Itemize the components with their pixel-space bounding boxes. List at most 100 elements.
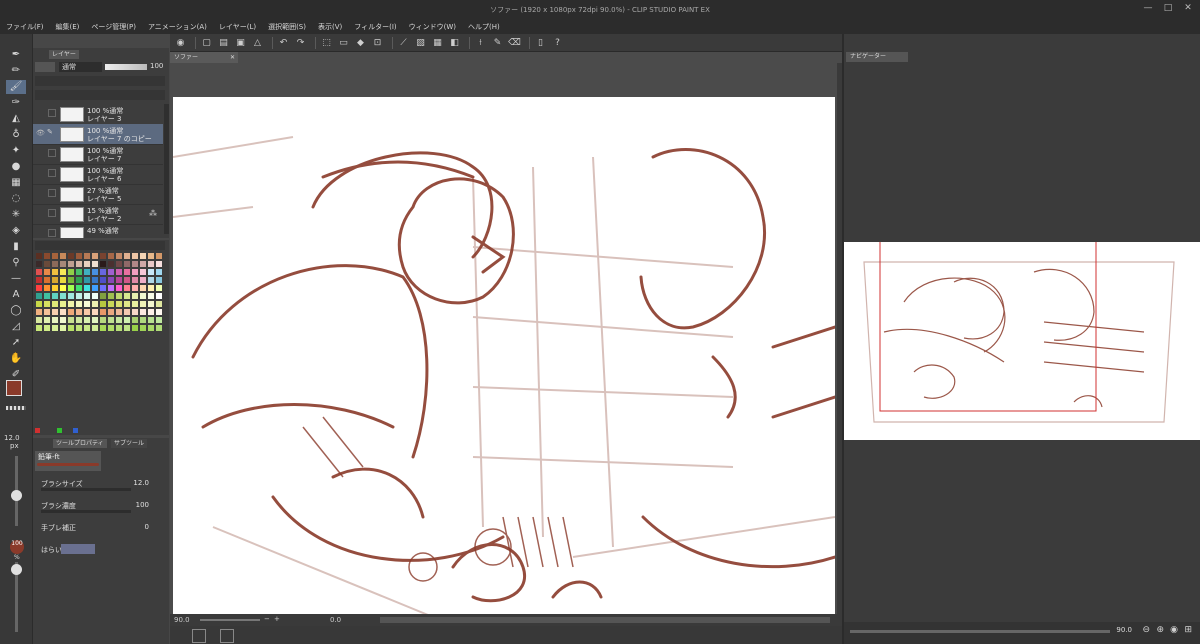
color-swatch[interactable] xyxy=(155,276,163,284)
color-swatch[interactable] xyxy=(35,252,43,260)
color-swatch[interactable] xyxy=(51,324,59,332)
color-swatch[interactable] xyxy=(123,268,131,276)
brush-tool-icon[interactable]: 🖌 xyxy=(6,80,26,94)
sub-tool-tab[interactable]: サブツール xyxy=(111,439,148,448)
color-swatch[interactable] xyxy=(139,276,147,284)
view-area-frame[interactable] xyxy=(879,232,1097,412)
color-swatch[interactable] xyxy=(59,300,67,308)
color-swatch[interactable] xyxy=(115,284,123,292)
eraser-setting-icon[interactable]: ⌫ xyxy=(508,37,521,49)
color-swatch[interactable] xyxy=(107,268,115,276)
color-swatch[interactable] xyxy=(147,292,155,300)
opacity-knob[interactable] xyxy=(11,564,22,575)
gradient-tool-icon[interactable]: ▮ xyxy=(6,240,26,254)
color-swatch[interactable] xyxy=(99,308,107,316)
color-swatch[interactable] xyxy=(123,316,131,324)
color-swatch[interactable] xyxy=(75,300,83,308)
zoom-in-icon[interactable]: ⊕ xyxy=(1156,625,1164,635)
snap-icon[interactable]: ◧ xyxy=(448,37,461,49)
color-swatch[interactable] xyxy=(75,324,83,332)
frame-tool-icon[interactable]: ◿ xyxy=(6,320,26,334)
transparent-color-swatch[interactable] xyxy=(6,406,26,410)
color-swatch[interactable] xyxy=(35,308,43,316)
color-swatch[interactable] xyxy=(67,324,75,332)
airbrush-tool-icon[interactable]: ✑ xyxy=(6,96,26,110)
visibility-toggle[interactable] xyxy=(48,109,56,117)
canvas-zoom-value[interactable]: 90.0 xyxy=(174,616,190,624)
color-swatch[interactable] xyxy=(99,260,107,268)
color-swatch[interactable] xyxy=(123,324,131,332)
color-swatch[interactable] xyxy=(131,300,139,308)
color-swatch[interactable] xyxy=(147,252,155,260)
color-swatch[interactable] xyxy=(139,308,147,316)
color-swatch[interactable] xyxy=(35,276,43,284)
color-swatch[interactable] xyxy=(43,252,51,260)
color-swatch[interactable] xyxy=(155,252,163,260)
main-color-swatch[interactable] xyxy=(6,380,22,396)
navigator-zoom-slider[interactable] xyxy=(850,630,1110,633)
color-swatch[interactable] xyxy=(91,300,99,308)
clear-icon[interactable]: ▭ xyxy=(337,37,350,49)
color-swatch[interactable] xyxy=(51,268,59,276)
color-swatch[interactable] xyxy=(99,268,107,276)
layer-row[interactable]: 15 %通常 レイヤー 2 ⁂ xyxy=(33,204,163,225)
operation-tool-icon[interactable]: ➚ xyxy=(6,336,26,350)
clip-studio-icon[interactable]: ◉ xyxy=(174,37,187,49)
color-swatch[interactable] xyxy=(75,252,83,260)
color-swatch[interactable] xyxy=(147,316,155,324)
color-swatch[interactable] xyxy=(59,284,67,292)
color-swatch[interactable] xyxy=(139,252,147,260)
color-swatch[interactable] xyxy=(75,276,83,284)
color-swatch[interactable] xyxy=(91,260,99,268)
ruler-icon[interactable]: ⟋ xyxy=(397,37,410,49)
color-swatch[interactable] xyxy=(107,284,115,292)
color-swatch[interactable] xyxy=(43,268,51,276)
color-swatch[interactable] xyxy=(155,308,163,316)
layer-opacity-value[interactable]: 100 xyxy=(150,62,163,70)
menu-selection[interactable]: 選択範囲(S) xyxy=(268,22,306,32)
pen-tool-icon[interactable]: ✒ xyxy=(6,48,26,62)
hand-tool-icon[interactable]: ✋ xyxy=(6,352,26,366)
color-swatch[interactable] xyxy=(131,276,139,284)
color-swatch[interactable] xyxy=(51,252,59,260)
layout-icon[interactable] xyxy=(192,629,206,643)
color-swatch[interactable] xyxy=(115,300,123,308)
canvas-angle-value[interactable]: 0.0 xyxy=(330,616,341,624)
brush-size-knob[interactable] xyxy=(11,490,22,501)
menu-view[interactable]: 表示(V) xyxy=(318,22,342,32)
color-swatch[interactable] xyxy=(139,292,147,300)
color-swatch[interactable] xyxy=(131,292,139,300)
stabilize-icon[interactable]: ⟊ xyxy=(474,37,487,49)
color-swatch[interactable] xyxy=(75,260,83,268)
visibility-toggle[interactable] xyxy=(48,229,56,237)
color-swatch[interactable] xyxy=(35,324,43,332)
color-swatch[interactable] xyxy=(131,316,139,324)
layer-row[interactable]: 49 %通常 xyxy=(33,224,163,238)
color-swatch[interactable] xyxy=(59,324,67,332)
color-swatch[interactable] xyxy=(147,308,155,316)
brush-size-bar[interactable] xyxy=(41,488,131,491)
figure-tool-icon[interactable]: ▦ xyxy=(6,176,26,190)
color-swatch[interactable] xyxy=(139,300,147,308)
color-swatch[interactable] xyxy=(123,292,131,300)
layer-property-button[interactable] xyxy=(35,62,55,72)
color-swatch[interactable] xyxy=(139,260,147,268)
menu-filter[interactable]: フィルター(I) xyxy=(354,22,396,32)
menu-animation[interactable]: アニメーション(A) xyxy=(148,22,207,32)
lasso-tool-icon[interactable]: ◌ xyxy=(6,192,26,206)
color-swatch[interactable] xyxy=(99,292,107,300)
color-swatch[interactable] xyxy=(51,292,59,300)
minimize-button[interactable]: — xyxy=(1138,3,1158,13)
visibility-toggle[interactable] xyxy=(48,189,56,197)
zoom-tool-icon[interactable]: ⚲ xyxy=(6,256,26,270)
pen-pressure-icon[interactable]: ✎ xyxy=(491,37,504,49)
color-swatch[interactable] xyxy=(91,308,99,316)
redo-icon[interactable]: ↷ xyxy=(294,37,307,49)
color-swatch[interactable] xyxy=(43,324,51,332)
brush-size-row[interactable]: ブラシサイズ 12.0 xyxy=(37,476,165,492)
color-swatch[interactable] xyxy=(139,316,147,324)
color-swatch[interactable] xyxy=(123,260,131,268)
color-swatch[interactable] xyxy=(91,252,99,260)
close-button[interactable]: ✕ xyxy=(1178,3,1198,13)
layer-row[interactable]: 100 %通常 レイヤー 3 xyxy=(33,104,163,125)
